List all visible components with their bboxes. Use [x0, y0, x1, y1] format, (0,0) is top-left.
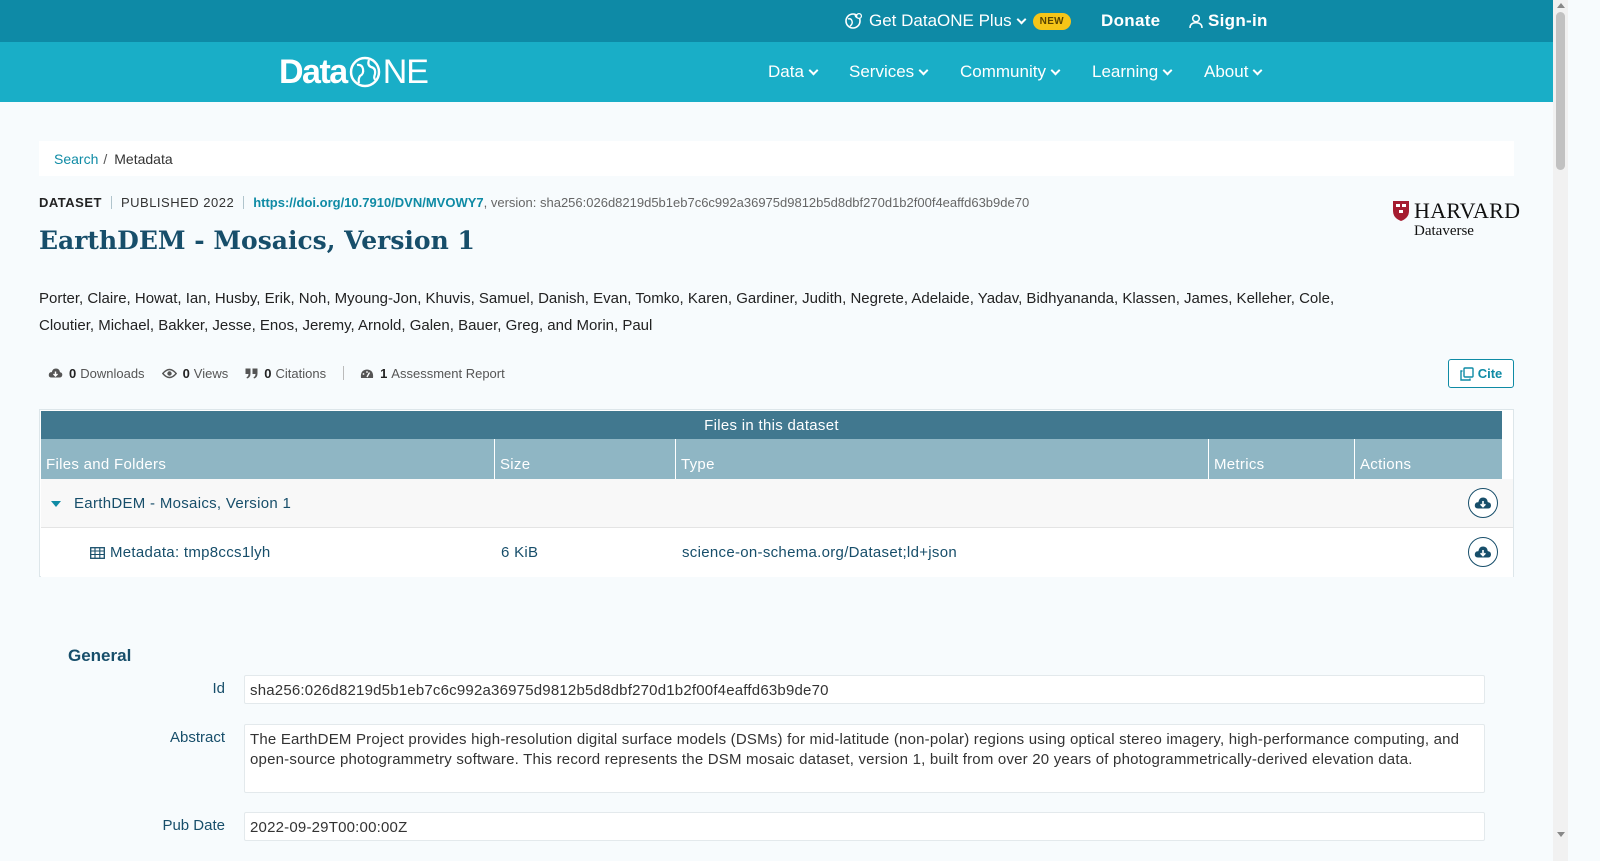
cite-label: Cite: [1477, 366, 1503, 381]
downloads-metric[interactable]: 0 Downloads: [48, 366, 145, 381]
assessment-report-metric[interactable]: 1 Assessment Report: [360, 366, 505, 381]
download-file-button[interactable]: [1468, 537, 1498, 567]
field-label-pub-date: Pub Date: [162, 817, 225, 834]
dataset-metrics-bar: 0 Downloads 0 Views 0 Citations 1 Assess…: [48, 363, 522, 383]
breadcrumb: Search / Metadata: [39, 141, 1514, 176]
column-header-metrics: Metrics: [1209, 439, 1355, 479]
cloud-download-icon: [48, 368, 63, 377]
eye-icon: [161, 368, 177, 378]
get-dataone-plus-label: Get DataONE Plus: [869, 11, 1012, 30]
version-identifier: , version: sha256:026d8219d5b1eb7c6c992a…: [483, 195, 1030, 210]
repository-name: HARVARD: [1414, 198, 1521, 223]
citations-count: 0: [264, 365, 272, 381]
sign-in-label: Sign-in: [1208, 11, 1268, 30]
dataone-logo[interactable]: Data NE: [279, 52, 429, 92]
table-row: Metadata: tmp8ccs1lyh 6 KiB science-on-s…: [41, 528, 1513, 577]
nav-about[interactable]: About: [1204, 42, 1263, 102]
chevron-down-icon: [808, 65, 819, 75]
file-type: science-on-schema.org/Dataset;ld+json: [682, 544, 957, 561]
folder-name[interactable]: EarthDEM - Mosaics, Version 1: [74, 479, 291, 528]
file-name-link[interactable]: Metadata: tmp8ccs1lyh: [110, 528, 271, 577]
assessment-count: 1: [380, 365, 388, 381]
copy-icon: [1460, 366, 1474, 381]
cloud-download-icon: [1474, 497, 1491, 508]
dataset-meta-line: DATASET PUBLISHED 2022 https://doi.org/1…: [39, 195, 1029, 210]
breadcrumb-current: Metadata: [114, 150, 173, 167]
top-utility-bar: Get DataONE Plus NEW Donate Sign-in: [0, 0, 1553, 42]
assessment-label: Assessment Report: [391, 365, 505, 381]
get-dataone-plus-menu[interactable]: Get DataONE Plus NEW: [845, 0, 1071, 42]
nav-community[interactable]: Community: [960, 42, 1061, 102]
nav-community-label: Community: [960, 62, 1046, 81]
chevron-down-icon: [1162, 65, 1173, 75]
views-metric[interactable]: 0 Views: [161, 365, 229, 381]
table-icon: [90, 528, 105, 577]
citations-metric[interactable]: 0 Citations: [245, 366, 326, 381]
harvard-shield-icon: [1393, 201, 1409, 221]
column-header-size: Size: [495, 439, 676, 479]
field-value-pub-date: 2022-09-29T00:00:00Z: [244, 812, 1485, 841]
downloads-count: 0: [69, 365, 77, 381]
globe-icon: [349, 56, 380, 88]
nav-about-label: About: [1204, 62, 1249, 81]
cite-button[interactable]: Cite: [1448, 359, 1514, 388]
sign-in-link[interactable]: Sign-in: [1189, 0, 1268, 42]
nav-data-label: Data: [768, 62, 804, 81]
quote-icon: [245, 368, 258, 378]
repository-subname: Dataverse: [1414, 223, 1474, 239]
nav-learning-label: Learning: [1092, 62, 1159, 81]
donate-link[interactable]: Donate: [1101, 0, 1160, 42]
nav-services-label: Services: [849, 62, 915, 81]
chevron-down-icon: [918, 65, 929, 75]
logo-text-data: Data: [279, 52, 348, 91]
field-label-id: Id: [212, 680, 225, 697]
chevron-down-icon: [1050, 65, 1061, 75]
downloads-label: Downloads: [80, 365, 145, 381]
doi-link[interactable]: https://doi.org/10.7910/DVN/MVOWY7: [253, 195, 483, 210]
divider: [343, 366, 345, 380]
scroll-up-arrow-icon[interactable]: [1557, 3, 1565, 8]
scroll-down-arrow-icon[interactable]: [1557, 832, 1565, 837]
download-folder-button[interactable]: [1468, 488, 1498, 518]
column-header-type: Type: [676, 439, 1209, 479]
cloud-download-icon: [1474, 546, 1491, 557]
scrollbar-thumb[interactable]: [1556, 12, 1565, 170]
field-value-id: sha256:026d8219d5b1eb7c6c992a36975d9812b…: [244, 675, 1485, 704]
dataset-title: EarthDEM - Mosaics, Version 1: [39, 226, 475, 255]
page-scrollbar[interactable]: [1553, 0, 1568, 861]
files-table-title: Files in this dataset: [41, 411, 1502, 439]
column-header-files: Files and Folders: [41, 439, 495, 479]
user-icon: [1189, 13, 1203, 28]
dataset-type-label: DATASET: [39, 195, 102, 210]
collapse-caret-icon[interactable]: [51, 479, 61, 528]
gauge-icon: [360, 369, 374, 378]
file-size: 6 KiB: [501, 544, 539, 561]
globe-gear-icon: [845, 12, 863, 29]
column-header-actions: Actions: [1355, 439, 1502, 479]
views-count: 0: [182, 365, 190, 381]
views-label: Views: [193, 365, 229, 381]
section-title-general: General: [68, 646, 132, 665]
divider: [243, 196, 245, 209]
citations-label: Citations: [275, 365, 327, 381]
breadcrumb-search-link[interactable]: Search: [54, 151, 98, 167]
logo-text-ne: NE: [382, 52, 429, 91]
chevron-down-icon: [1252, 65, 1263, 75]
folder-row[interactable]: EarthDEM - Mosaics, Version 1: [41, 479, 1513, 528]
nav-learning[interactable]: Learning: [1092, 42, 1173, 102]
files-table: Files in this dataset Files and Folders …: [39, 409, 1514, 577]
nav-data[interactable]: Data: [768, 42, 819, 102]
chevron-down-icon: [1016, 14, 1027, 24]
field-value-abstract: The EarthDEM Project provides high-resol…: [244, 724, 1485, 793]
breadcrumb-separator: /: [103, 150, 108, 167]
published-year: PUBLISHED 2022: [120, 195, 235, 210]
repository-logo[interactable]: HARVARD Dataverse: [1392, 198, 1521, 242]
divider: [110, 196, 112, 209]
field-label-abstract: Abstract: [169, 729, 225, 746]
new-badge: NEW: [1032, 12, 1071, 30]
main-navbar: Data NE Data Services Community Learning…: [0, 42, 1553, 102]
nav-services[interactable]: Services: [849, 42, 929, 102]
author-list: Porter, Claire, Howat, Ian, Husby, Erik,…: [39, 290, 1335, 334]
